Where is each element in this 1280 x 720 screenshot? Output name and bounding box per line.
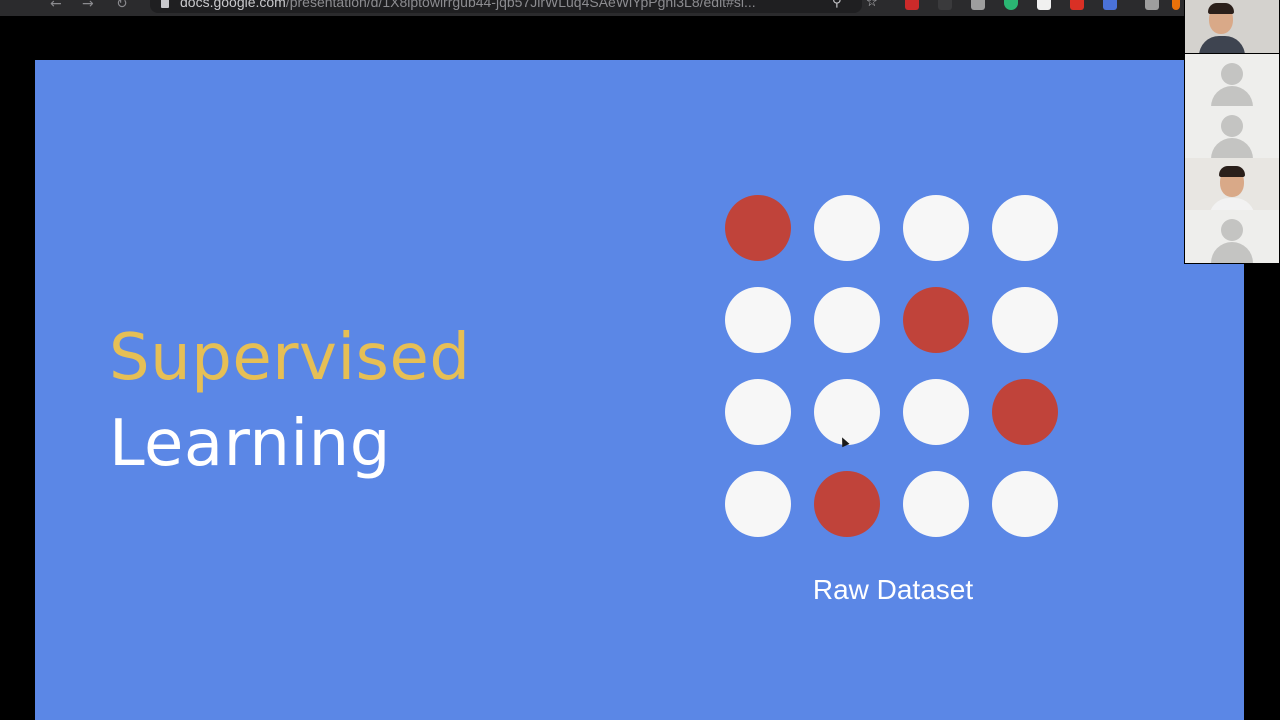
dataset-dot-red <box>725 195 791 261</box>
browser-extension-icon[interactable] <box>1070 0 1084 10</box>
default-avatar-body <box>1211 86 1253 107</box>
browser-extension-icon[interactable] <box>905 0 919 10</box>
presentation-slide: Supervised Learning Raw Dataset <box>35 60 1244 720</box>
dataset-dot-red <box>903 287 969 353</box>
slide-title-supervised: Supervised <box>109 321 471 395</box>
dataset-dot-white <box>992 195 1058 261</box>
dataset-dot-red <box>992 379 1058 445</box>
video-participants-panel <box>1184 0 1280 264</box>
zoom-icon[interactable]: ⚲ <box>832 0 842 10</box>
dataset-dot-white <box>903 471 969 537</box>
participant-video-tile[interactable] <box>1185 158 1279 211</box>
dataset-dot-red <box>814 471 880 537</box>
participant-tile[interactable] <box>1185 54 1279 107</box>
dataset-dot-white <box>903 195 969 261</box>
dataset-dot-white <box>903 379 969 445</box>
browser-extension-icon[interactable] <box>938 0 952 10</box>
browser-extension-icon[interactable] <box>1103 0 1117 10</box>
participant-tile[interactable] <box>1185 106 1279 159</box>
dataset-dot-white <box>992 471 1058 537</box>
browser-extension-icon[interactable] <box>1172 0 1180 10</box>
slide-toolbar-area <box>0 16 1184 60</box>
browser-extension-icon[interactable] <box>1145 0 1159 10</box>
reload-icon[interactable]: ↻ <box>116 0 128 11</box>
browser-extension-icon[interactable] <box>1004 0 1018 10</box>
forward-arrow-icon[interactable]: → <box>82 0 94 11</box>
address-bar[interactable]: docs.google.com/presentation/d/1X8lptowl… <box>150 0 878 13</box>
dataset-dot-white <box>814 287 880 353</box>
slide-title-learning: Learning <box>109 407 391 481</box>
participant-tile[interactable] <box>1185 210 1279 263</box>
dataset-dot-white <box>725 287 791 353</box>
bookmark-star-icon[interactable]: ☆ <box>866 0 878 10</box>
dataset-dot-white <box>814 379 880 445</box>
browser-extension-icon[interactable] <box>971 0 985 10</box>
dataset-dot-grid <box>725 195 1058 537</box>
browser-toolbar: ← → ↻ docs.google.com/presentation/d/1X8… <box>0 0 1184 17</box>
default-avatar-icon <box>1221 219 1243 241</box>
dataset-dot-white <box>725 471 791 537</box>
dataset-dot-white <box>992 287 1058 353</box>
url-host: docs.google.com <box>180 0 286 10</box>
lock-icon <box>161 0 169 8</box>
dataset-dot-white <box>725 379 791 445</box>
self-video-tile[interactable] <box>1185 0 1279 53</box>
default-avatar-body <box>1211 138 1253 159</box>
dataset-dot-white <box>814 195 880 261</box>
person-body <box>1199 36 1245 53</box>
url-path: /presentation/d/1X8lptowlrrgub44-jqb57Jl… <box>285 0 756 10</box>
dataset-label: Raw Dataset <box>812 574 974 605</box>
default-avatar-icon <box>1221 63 1243 85</box>
person-hair <box>1208 3 1234 14</box>
url-text: docs.google.com/presentation/d/1X8lptowl… <box>180 0 756 10</box>
default-avatar-icon <box>1221 115 1243 137</box>
screen: ← → ↻ docs.google.com/presentation/d/1X8… <box>0 0 1280 720</box>
person-hair <box>1219 166 1245 177</box>
default-avatar-body <box>1211 242 1253 263</box>
back-arrow-icon[interactable]: ← <box>50 0 62 11</box>
browser-extension-icon[interactable] <box>1037 0 1051 10</box>
